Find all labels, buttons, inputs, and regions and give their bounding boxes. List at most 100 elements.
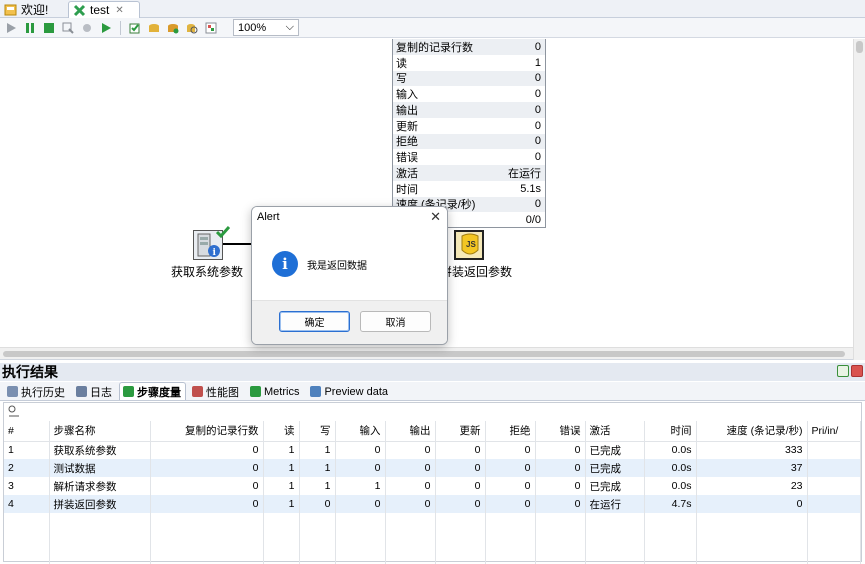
table-cell: 23 bbox=[696, 477, 808, 495]
table-cell: 4 bbox=[4, 495, 50, 513]
table-cell: 0 bbox=[485, 495, 536, 513]
column-header[interactable]: 错误 bbox=[535, 421, 586, 442]
metrics-value: 1 bbox=[534, 56, 541, 69]
table-cell: 0 bbox=[335, 459, 386, 477]
table-row[interactable]: 2 测试数据 0 1 1 0 0 0 0 0 已完成 0.0s 37 bbox=[4, 459, 861, 477]
stop-icon[interactable] bbox=[41, 20, 57, 36]
alert-dialog: Alert ✕ i 我是返回数据 确定 取消 bbox=[251, 206, 448, 345]
tab-step-metrics[interactable]: 步骤度量 bbox=[119, 382, 186, 400]
column-header[interactable]: 写 bbox=[299, 421, 336, 442]
metrics-row: 时间 5.1s bbox=[393, 181, 545, 197]
metrics-icon bbox=[250, 386, 261, 397]
close-icon[interactable] bbox=[851, 365, 863, 377]
refresh-metrics-icon[interactable] bbox=[7, 405, 21, 420]
table-row[interactable]: 1 获取系统参数 0 1 1 0 0 0 0 0 已完成 0.0s 333 bbox=[4, 441, 861, 459]
pause-icon[interactable] bbox=[22, 20, 38, 36]
alert-message: 我是返回数据 bbox=[307, 260, 367, 272]
table-cell: 0 bbox=[435, 441, 486, 459]
table-cell: 已完成 bbox=[585, 441, 645, 459]
tab-test[interactable]: test ✕ bbox=[68, 1, 140, 18]
tab-history[interactable]: 执行历史 bbox=[3, 382, 70, 400]
metrics-row: 错误 0 bbox=[393, 149, 545, 165]
subtab-label: 日志 bbox=[90, 386, 112, 399]
step-metrics-icon bbox=[123, 386, 134, 397]
ok-button[interactable]: 确定 bbox=[279, 311, 350, 332]
perf-graph-icon bbox=[192, 386, 203, 397]
chevron-down-icon: ⌵ bbox=[285, 21, 294, 33]
metrics-row: 拒绝 0 bbox=[393, 133, 545, 150]
tab-metrics[interactable]: Metrics bbox=[246, 382, 304, 400]
table-cell: 1 bbox=[335, 477, 386, 495]
results-panel-header: 执行结果 bbox=[0, 363, 865, 381]
empty-row bbox=[4, 513, 861, 530]
tab-preview-data[interactable]: Preview data bbox=[306, 382, 393, 400]
horizontal-scrollbar[interactable] bbox=[0, 347, 853, 359]
alert-title-bar: Alert ✕ bbox=[252, 207, 447, 227]
column-header[interactable]: 时间 bbox=[644, 421, 697, 442]
explore-db-icon[interactable] bbox=[184, 20, 200, 36]
tab-label: test bbox=[90, 3, 110, 17]
empty-row bbox=[4, 530, 861, 547]
table-cell: 0 bbox=[435, 495, 486, 513]
table-cell: 1 bbox=[299, 441, 336, 459]
sql-icon[interactable] bbox=[165, 20, 181, 36]
metrics-label: 输出 bbox=[396, 104, 418, 117]
table-cell: 0 bbox=[150, 459, 264, 477]
step-metrics-popup: 复制的记录行数0读1写0输入0输出0更新0拒绝0错误0激活在运行时间5.1s速度… bbox=[392, 39, 546, 228]
alert-body: i 我是返回数据 bbox=[252, 227, 447, 301]
column-header[interactable]: 更新 bbox=[435, 421, 486, 442]
impact-icon[interactable] bbox=[146, 20, 162, 36]
metrics-label: 更新 bbox=[396, 120, 418, 133]
column-header[interactable]: 步骤名称 bbox=[49, 421, 151, 442]
step-assemble-return-params[interactable]: JS bbox=[454, 230, 484, 260]
empty-row bbox=[4, 547, 861, 564]
tab-welcome[interactable]: 欢迎! bbox=[0, 1, 62, 18]
column-header[interactable]: 读 bbox=[263, 421, 300, 442]
metrics-value: 0 bbox=[534, 135, 541, 148]
table-cell: 0 bbox=[150, 495, 264, 513]
table-row[interactable]: 3 解析请求参数 0 1 1 1 0 0 0 0 已完成 0.0s 23 bbox=[4, 477, 861, 495]
table-row[interactable]: 4 拼装返回参数 0 1 0 0 0 0 0 0 在运行 4.7s 0 bbox=[4, 495, 861, 513]
table-cell: 2 bbox=[4, 459, 50, 477]
table-cell: 0 bbox=[385, 477, 436, 495]
debug-icon[interactable] bbox=[79, 20, 95, 36]
vertical-scrollbar[interactable] bbox=[853, 39, 865, 360]
column-header[interactable]: 拒绝 bbox=[485, 421, 536, 442]
column-header[interactable]: 输入 bbox=[335, 421, 386, 442]
javascript-icon: JS bbox=[461, 233, 479, 255]
metrics-value: 5.1s bbox=[520, 182, 541, 195]
svg-text:JS: JS bbox=[466, 240, 476, 249]
step-metrics-panel: # 步骤名称 复制的记录行数读写输入 输出 更新 拒绝 错误 激活 时间 速度 (条记录/秒) Pr… bbox=[3, 402, 862, 564]
show-results-icon[interactable] bbox=[203, 20, 219, 36]
table-cell: 1 bbox=[263, 441, 300, 459]
run-icon[interactable] bbox=[3, 20, 19, 36]
column-header[interactable]: 输出 bbox=[385, 421, 436, 442]
replay-icon[interactable] bbox=[98, 20, 114, 36]
tab-perf-graph[interactable]: 性能图 bbox=[188, 382, 244, 400]
subtab-label: 性能图 bbox=[206, 386, 239, 399]
tab-log[interactable]: 日志 bbox=[72, 382, 117, 400]
spoon-window: 欢迎! test ✕ 100% ⌵ 复制的记录行数 0 读 1 写 0 输入 0 输出 0 更新 0 拒… bbox=[0, 0, 865, 564]
metrics-label: 错误 bbox=[396, 152, 418, 165]
metrics-value: 在运行 bbox=[508, 167, 541, 180]
maximize-icon[interactable] bbox=[837, 365, 849, 377]
column-header[interactable]: 激活 bbox=[585, 421, 645, 442]
table-cell: 0 bbox=[335, 441, 386, 459]
preview-icon[interactable] bbox=[60, 20, 76, 36]
close-icon[interactable]: ✕ bbox=[115, 5, 123, 16]
column-header[interactable]: 速度 (条记录/秒) bbox=[696, 421, 808, 442]
table-cell: 1 bbox=[263, 477, 300, 495]
table-cell: 1 bbox=[263, 495, 300, 513]
table-cell: 解析请求参数 bbox=[49, 477, 151, 495]
zoom-select[interactable]: 100% ⌵ bbox=[233, 19, 299, 36]
column-header[interactable]: 复制的记录行数 bbox=[150, 421, 264, 442]
hop-arrow[interactable] bbox=[222, 243, 254, 245]
column-header[interactable]: Pri/in/ bbox=[807, 421, 861, 442]
step-metrics-table: # 步骤名称 复制的记录行数读写输入 输出 更新 拒绝 错误 激活 时间 速度 (条记录/秒) Pr… bbox=[4, 421, 861, 564]
metrics-value: 0/0 bbox=[525, 214, 541, 227]
panel-toolbar bbox=[4, 403, 861, 421]
close-icon[interactable]: ✕ bbox=[430, 209, 441, 225]
verify-icon[interactable] bbox=[127, 20, 143, 36]
cancel-button[interactable]: 取消 bbox=[360, 311, 431, 332]
column-header[interactable]: # bbox=[4, 421, 50, 442]
